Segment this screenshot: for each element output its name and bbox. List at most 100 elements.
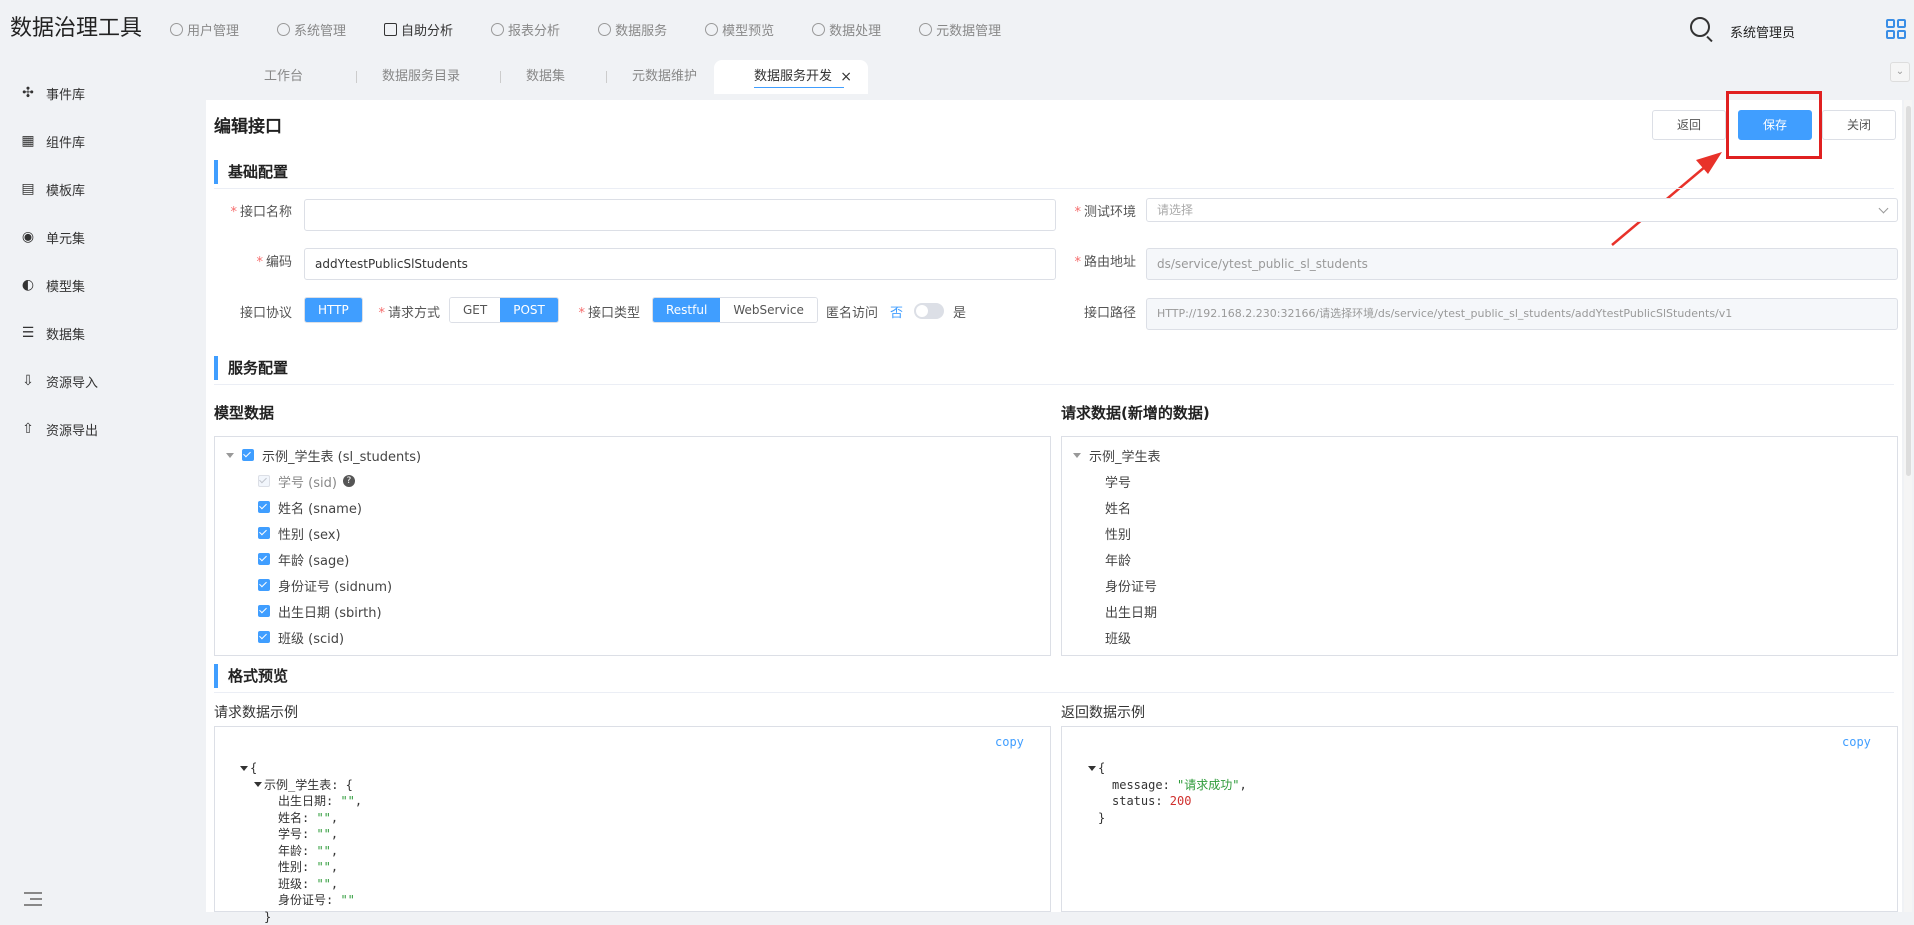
type-option[interactable]: WebService — [720, 298, 817, 322]
code-key: 年龄: — [278, 843, 316, 860]
tree-root[interactable]: 示例_学生表 — [1073, 445, 1161, 465]
model-data-tree — [214, 436, 1051, 656]
tab-item[interactable]: 数据集 — [526, 60, 565, 94]
top-nav-item[interactable]: 元数据管理 — [919, 18, 1001, 40]
route-label: *路由地址 — [1060, 251, 1136, 270]
code-line: 身份证号: "" — [240, 892, 362, 909]
sidebar-item-label: 单元集 — [46, 228, 85, 247]
route-input[interactable]: ds/service/ytest_public_sl_students — [1146, 248, 1898, 280]
caret-down-icon[interactable] — [226, 453, 234, 458]
top-nav-item[interactable]: 报表分析 — [491, 18, 560, 40]
tree-field-label: 姓名 (sname) — [278, 498, 362, 517]
close-icon[interactable]: × — [840, 60, 852, 94]
sidebar-item[interactable]: ▦组件库 — [20, 126, 85, 156]
tree-field[interactable]: 身份证号 (sidnum) — [258, 575, 392, 595]
protocol-toggle[interactable]: HTTP — [304, 297, 363, 323]
top-nav-item[interactable]: 数据处理 — [812, 18, 881, 40]
sidebar-item[interactable]: ◉单元集 — [20, 222, 85, 252]
top-nav-item[interactable]: 用户管理 — [170, 18, 239, 40]
checkbox-disabled-icon — [258, 475, 270, 487]
collapse-triangle-icon[interactable] — [254, 782, 262, 787]
sidebar-item-label: 模板库 — [46, 180, 85, 199]
tab-item[interactable]: 工作台 — [264, 60, 303, 94]
sidebar-item[interactable]: ◐模型集 — [20, 270, 85, 300]
sidebar-item-label: 组件库 — [46, 132, 85, 151]
checkbox-checked-icon[interactable] — [258, 605, 270, 617]
tree-field[interactable]: 出生日期 (sbirth) — [258, 601, 382, 621]
tree-field[interactable]: 班级 (scid) — [258, 627, 344, 647]
tree-field[interactable]: 年龄 (sage) — [258, 549, 349, 569]
top-nav: 用户管理 系统管理 自助分析 报表分析 数据服务 模型预览 数据处理 元数据管理 — [170, 18, 1039, 40]
sidebar-item[interactable]: ⇩资源导入 — [20, 366, 98, 396]
search-icon[interactable] — [1690, 17, 1710, 37]
checkbox-checked-icon[interactable] — [242, 449, 254, 461]
tab-item[interactable]: 数据服务目录 — [382, 60, 460, 94]
tab-divider — [356, 71, 357, 83]
type-option[interactable]: Restful — [653, 298, 720, 322]
scrollbar-thumb[interactable] — [1906, 106, 1911, 476]
response-example-title: 返回数据示例 — [1061, 702, 1145, 722]
tree-root[interactable]: 示例_学生表 (sl_students) — [226, 445, 421, 465]
apps-grid-icon[interactable] — [1886, 19, 1906, 39]
checkbox-checked-icon[interactable] — [258, 501, 270, 513]
collapse-triangle-icon[interactable] — [240, 766, 248, 771]
protocol-http[interactable]: HTTP — [305, 298, 362, 322]
close-button[interactable]: 关闭 — [1822, 110, 1896, 140]
request-data-tree — [1061, 436, 1898, 656]
tree-field[interactable]: 性别 (sex) — [258, 523, 341, 543]
type-toggle[interactable]: RestfulWebService — [652, 297, 818, 323]
caret-down-icon[interactable] — [1073, 453, 1081, 458]
test-env-select[interactable]: 请选择 — [1146, 198, 1898, 222]
checkbox-checked-icon[interactable] — [258, 527, 270, 539]
top-nav-item[interactable]: 自助分析 — [384, 18, 453, 40]
response-copy-button[interactable]: copy — [1842, 735, 1871, 749]
tab-item[interactable]: 数据服务开发× — [714, 60, 868, 94]
top-nav-item[interactable]: 系统管理 — [277, 18, 346, 40]
code-key: 出生日期: — [278, 793, 340, 810]
anonymous-switch[interactable] — [914, 303, 944, 319]
collapse-sidebar-icon[interactable] — [24, 892, 42, 906]
interface-name-input[interactable] — [304, 199, 1056, 231]
anonymous-yes[interactable]: 是 — [953, 302, 966, 321]
method-option[interactable]: POST — [500, 298, 558, 322]
request-copy-button[interactable]: copy — [995, 735, 1024, 749]
import-icon: ⇩ — [20, 373, 36, 389]
sidebar-item[interactable]: ⇧资源导出 — [20, 414, 98, 444]
code-key: { — [1098, 760, 1105, 777]
template-icon: ▤ — [20, 181, 36, 197]
tree-field[interactable]: 姓名 (sname) — [258, 497, 362, 517]
code-input[interactable]: addYtestPublicSlStudents — [304, 248, 1056, 280]
checkbox-checked-icon[interactable] — [258, 553, 270, 565]
user-name[interactable]: 系统管理员 — [1730, 22, 1795, 41]
top-nav-item[interactable]: 数据服务 — [598, 18, 667, 40]
tree-field-label: 年龄 — [1105, 550, 1131, 569]
help-icon[interactable]: ? — [343, 475, 355, 487]
top-nav-label: 数据服务 — [615, 20, 667, 39]
code-line: 年龄: "", — [240, 843, 362, 860]
top-nav-label: 数据处理 — [829, 20, 881, 39]
tree-field[interactable]: 学号 (sid)? — [258, 471, 355, 491]
anonymous-no[interactable]: 否 — [890, 302, 903, 321]
code-line: 示例_学生表: { — [240, 777, 362, 794]
checkbox-checked-icon[interactable] — [258, 579, 270, 591]
tree-field-label: 出生日期 (sbirth) — [278, 602, 382, 621]
method-option[interactable]: GET — [450, 298, 500, 322]
tree-root-label: 示例_学生表 — [1089, 446, 1161, 465]
sidebar-item[interactable]: ✣事件库 — [20, 78, 85, 108]
path-input[interactable]: HTTP://192.168.2.230:32166/请选择环境/ds/serv… — [1146, 298, 1898, 330]
sidebar-item[interactable]: ☰数据集 — [20, 318, 85, 348]
tree-field-label: 学号 (sid) — [278, 472, 337, 491]
code-key: 姓名: — [278, 810, 316, 827]
collapse-triangle-icon[interactable] — [1088, 766, 1096, 771]
sidebar-item[interactable]: ▤ 模板库 — [20, 174, 85, 204]
tab-item[interactable]: 元数据维护 — [632, 60, 697, 94]
top-nav-item[interactable]: 模型预览 — [705, 18, 774, 40]
request-example-code: {示例_学生表: {出生日期: "",姓名: "",学号: "",年龄: "",… — [240, 760, 362, 925]
code-punct: , — [1239, 777, 1246, 794]
checkbox-checked-icon[interactable] — [258, 631, 270, 643]
tab-label: 数据集 — [526, 69, 565, 84]
tabs-more-chevron-icon[interactable]: ⌄ — [1890, 62, 1910, 82]
method-toggle[interactable]: GETPOST — [449, 297, 559, 323]
sidebar-item-label: 事件库 — [46, 84, 85, 103]
back-button[interactable]: 返回 — [1652, 110, 1726, 140]
